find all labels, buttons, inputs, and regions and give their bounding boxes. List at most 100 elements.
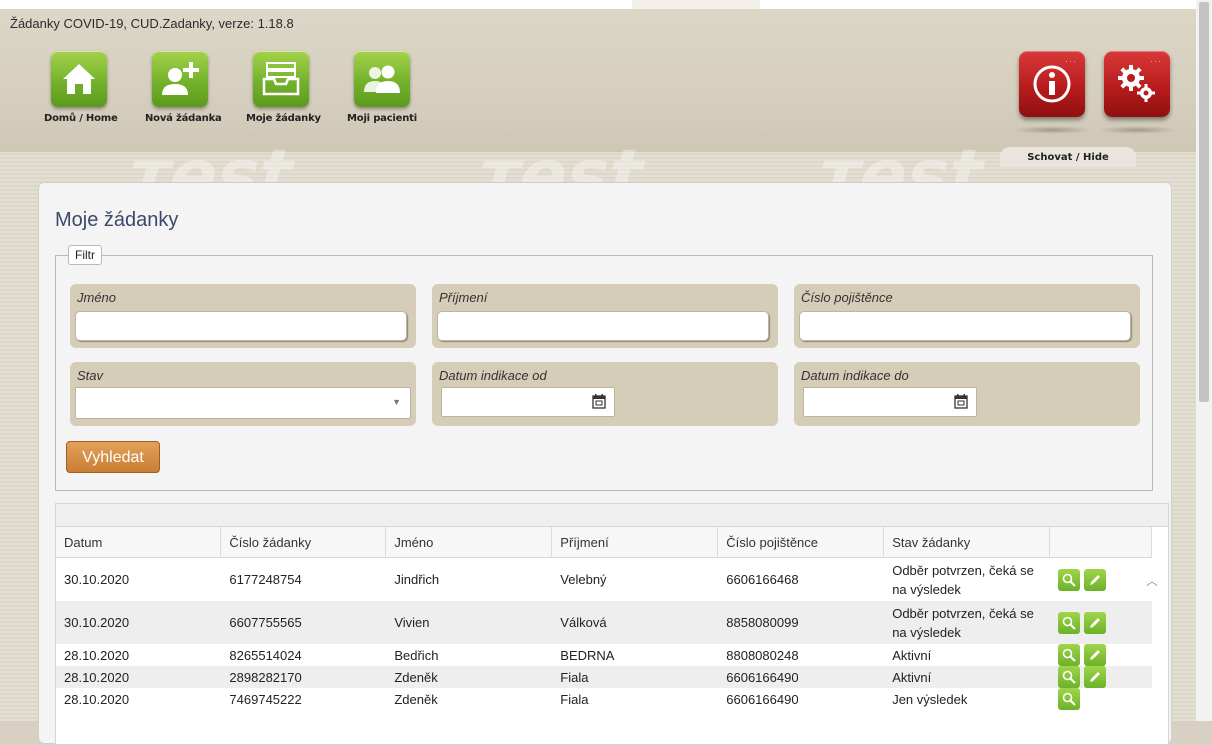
nav-my-requests[interactable]: Moje žádanky — [246, 51, 321, 124]
cell-date: 30.10.2020 — [64, 572, 130, 587]
app-title: Žádanky COVID-19, CUD.Zadanky, verze: 1.… — [10, 16, 294, 31]
edit-button[interactable] — [1084, 611, 1107, 634]
my-requests-button[interactable] — [253, 51, 309, 107]
search-button[interactable]: Vyhledat — [66, 441, 160, 473]
column-header[interactable]: Příjmení — [551, 527, 719, 558]
filter-legend: Filtr — [68, 245, 102, 265]
magnifier-icon — [1062, 692, 1076, 706]
header: Žádanky COVID-19, CUD.Zadanky, verze: 1.… — [0, 0, 1196, 152]
cell-status: Odběr potvrzen, čeká se na výsledek — [883, 601, 1050, 644]
filter-fieldset: Filtr Jméno Příjmení Číslo pojištěnce St… — [55, 245, 1153, 491]
cell-actions — [1050, 688, 1152, 710]
main-panel: Moje žádanky Filtr Jméno Příjmení Číslo … — [38, 182, 1172, 745]
table-row[interactable]: 28.10.2020 2898282170 Zdeněk Fiala 66061… — [56, 666, 1152, 688]
cell-first-name: Vivien — [385, 601, 552, 644]
requests-table: Datum Číslo žádanky Jméno Příjmení Číslo… — [55, 503, 1169, 745]
calendar-icon[interactable] — [592, 393, 606, 409]
nav-my-patients[interactable]: Moji pacienti — [347, 51, 417, 124]
actions-column-header — [1049, 527, 1152, 558]
edit-button[interactable] — [1084, 568, 1107, 591]
cell-actions — [1049, 666, 1152, 688]
cell-last-name: Fiala — [560, 691, 589, 707]
my-patients-button[interactable] — [354, 51, 410, 107]
cell-first-name: Zdeněk — [385, 666, 552, 688]
date-to-input[interactable] — [803, 387, 977, 417]
last-name-label: Příjmení — [439, 290, 488, 305]
last-name-group: Příjmení — [432, 284, 778, 348]
view-button[interactable] — [1058, 644, 1081, 666]
calendar-icon[interactable] — [954, 393, 968, 409]
nav-new-request[interactable]: Nová žádanka — [145, 51, 222, 124]
cell-insurance: 8858080099 — [717, 601, 884, 644]
cell-number: 8265514024 — [229, 647, 302, 663]
cell-last-name: Velebný — [560, 572, 607, 587]
insurance-group: Číslo pojištěnce — [794, 284, 1140, 348]
table-row[interactable]: 30.10.2020 6607755565 Vivien Válková 885… — [56, 601, 1152, 644]
nav-home[interactable]: Domů / Home — [44, 51, 118, 124]
magnifier-icon — [1062, 573, 1076, 587]
column-header[interactable]: Číslo pojištěnce — [717, 527, 885, 558]
cell-insurance: 6606166490 — [717, 666, 884, 688]
cell-last-name: Fiala — [551, 666, 718, 688]
my-patients-label: Moji pacienti — [347, 113, 417, 124]
column-header[interactable]: Datum — [56, 527, 222, 558]
table-header-row: Datum Číslo žádanky Jméno Příjmení Číslo… — [56, 527, 1152, 558]
magnifier-icon — [1062, 670, 1076, 684]
cell-status: Aktivní — [892, 647, 932, 663]
first-name-input[interactable] — [75, 311, 407, 341]
cell-date: 28.10.2020 — [64, 647, 130, 663]
users-icon — [364, 65, 400, 93]
view-button[interactable] — [1058, 688, 1081, 710]
column-header[interactable]: Stav žádanky — [883, 527, 1051, 558]
pencil-icon — [1090, 650, 1101, 660]
table-row[interactable]: 28.10.2020 8265514024 Bedřich BEDRNA 880… — [56, 644, 1152, 666]
date-to-group: Datum indikace do — [794, 362, 1140, 426]
date-to-label: Datum indikace do — [801, 368, 909, 383]
hide-toggle[interactable]: Schovat / Hide — [1000, 147, 1136, 167]
column-header[interactable]: Jméno — [385, 527, 553, 558]
settings-button[interactable]: ··· — [1104, 51, 1170, 117]
status-select[interactable]: ▼ — [75, 387, 411, 419]
insurance-input[interactable] — [799, 311, 1131, 341]
edit-button[interactable] — [1084, 666, 1107, 688]
date-from-input[interactable] — [441, 387, 615, 417]
info-button[interactable]: ··· — [1019, 51, 1085, 117]
view-button[interactable] — [1058, 666, 1081, 688]
cell-date: 28.10.2020 — [56, 666, 221, 688]
status-label: Stav — [77, 368, 104, 383]
cell-status: Odběr potvrzen, čeká se na výsledek — [892, 562, 1034, 597]
cell-actions — [1049, 601, 1152, 644]
table-row[interactable]: 28.10.2020 7469745222 Zdeněk Fiala 66061… — [56, 688, 1152, 710]
status-group: Stav ▼ — [70, 362, 416, 426]
table-toolbar — [56, 504, 1168, 527]
date-from-label: Datum indikace od — [439, 368, 547, 383]
magnifier-icon — [1062, 616, 1076, 630]
inbox-tray-icon — [262, 62, 300, 96]
first-name-group: Jméno — [70, 284, 416, 348]
new-request-button[interactable] — [152, 51, 208, 107]
insurance-label: Číslo pojištěnce — [801, 290, 893, 305]
my-requests-label: Moje žádanky — [246, 113, 321, 124]
cell-number: 2898282170 — [220, 666, 386, 688]
pencil-icon — [1090, 672, 1101, 682]
cell-actions — [1050, 644, 1152, 666]
edit-button[interactable] — [1084, 644, 1107, 666]
view-button[interactable] — [1058, 568, 1081, 591]
top-strip — [0, 0, 1196, 9]
cell-actions — [1050, 558, 1152, 602]
last-name-input[interactable] — [437, 311, 769, 341]
column-header[interactable]: Číslo žádanky — [220, 527, 387, 558]
add-user-icon — [162, 62, 199, 95]
view-button[interactable] — [1058, 611, 1081, 634]
page-scrollbar[interactable] — [1196, 0, 1212, 721]
cell-last-name: Válková — [551, 601, 718, 644]
new-request-label: Nová žádanka — [145, 113, 222, 124]
home-button[interactable] — [51, 51, 107, 107]
cell-insurance: 6606166468 — [726, 572, 799, 587]
cell-number: 6607755565 — [220, 601, 386, 644]
date-from-group: Datum indikace od — [432, 362, 778, 426]
page-title: Moje žádanky — [55, 209, 179, 231]
table-row[interactable]: 30.10.2020 6177248754 Jindřich Velebný 6… — [56, 558, 1152, 602]
chevron-down-icon: ▼ — [392, 397, 401, 407]
chevron-up-icon[interactable]: ︿ — [1146, 572, 1158, 589]
